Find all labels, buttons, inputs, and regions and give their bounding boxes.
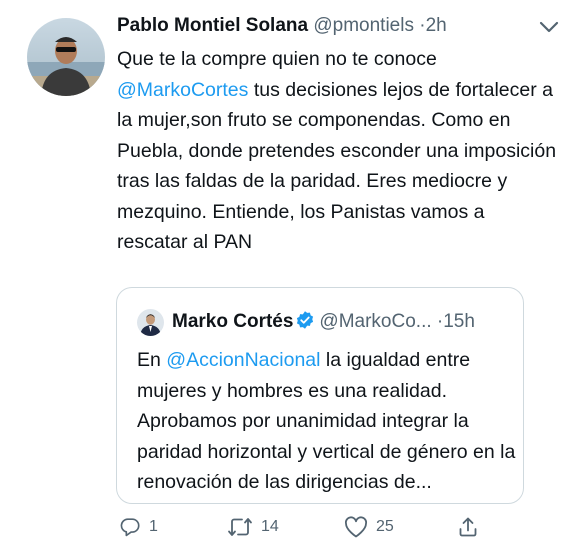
share-button[interactable] bbox=[457, 512, 479, 542]
tweet[interactable]: Pablo Montiel Solana @pmontiels ·2h Que … bbox=[0, 0, 580, 557]
tweet-text-part2: tus decisiones lejos de fortalecer a la … bbox=[117, 78, 557, 254]
quoted-author-handle[interactable]: @MarkoCo... bbox=[319, 311, 431, 332]
quoted-text-part1: En bbox=[137, 349, 167, 371]
quoted-author-name[interactable]: Marko Cortés bbox=[172, 311, 293, 332]
tweet-header: Pablo Montiel Solana @pmontiels ·2h bbox=[117, 14, 447, 38]
quoted-timestamp[interactable]: ·15h bbox=[437, 311, 475, 332]
quoted-tweet[interactable]: Marko Cortés @MarkoCo... ·15h En @AccionN… bbox=[116, 287, 524, 504]
retweet-icon bbox=[227, 516, 253, 538]
tweet-text: Que te la compre quien no te conoce @Mark… bbox=[117, 44, 557, 258]
author-handle[interactable]: @pmontiels bbox=[313, 15, 414, 36]
reply-button[interactable]: 1 bbox=[119, 512, 158, 542]
retweet-count: 14 bbox=[261, 518, 279, 535]
tweet-timestamp[interactable]: 2h bbox=[426, 15, 447, 36]
tweet-text-part1: Que te la compre quien no te conoce bbox=[117, 48, 437, 70]
retweet-button[interactable]: 14 bbox=[227, 512, 279, 542]
heart-icon bbox=[344, 516, 368, 538]
quoted-text: En @AccionNacional la igualdad entre muj… bbox=[137, 345, 517, 498]
reply-icon bbox=[119, 516, 141, 538]
mention-link[interactable]: @MarkoCortes bbox=[117, 79, 248, 101]
quoted-mention-link[interactable]: @AccionNacional bbox=[166, 349, 320, 371]
reply-count: 1 bbox=[149, 518, 158, 535]
more-options-icon[interactable] bbox=[538, 20, 560, 34]
tweet-actions: 1 14 25 bbox=[117, 512, 517, 542]
author-name[interactable]: Pablo Montiel Solana bbox=[117, 15, 308, 36]
quoted-author-avatar[interactable] bbox=[137, 309, 164, 336]
verified-badge-icon bbox=[295, 310, 315, 330]
like-count: 25 bbox=[376, 518, 394, 535]
author-avatar[interactable] bbox=[27, 18, 105, 96]
quoted-header: Marko Cortés @MarkoCo... ·15h bbox=[172, 310, 475, 334]
share-icon bbox=[457, 516, 479, 538]
like-button[interactable]: 25 bbox=[344, 512, 394, 542]
